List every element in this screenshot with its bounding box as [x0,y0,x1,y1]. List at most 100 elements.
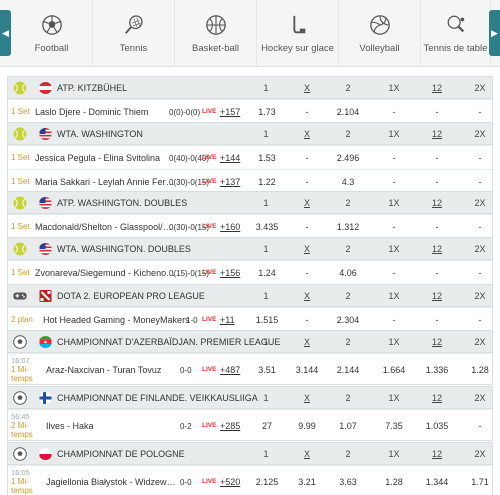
odd-12[interactable]: 1.035 [417,421,457,431]
odd-1[interactable]: 3.51 [247,365,287,375]
odd-1[interactable]: 3.435 [247,222,287,232]
odd-2[interactable]: 1.312 [328,222,368,232]
column-x: X [303,449,310,459]
sport-tab-football[interactable]: Football [11,0,93,67]
odd-1x[interactable]: - [374,107,414,117]
odd-1x[interactable]: - [374,268,414,278]
odd-x[interactable]: - [287,268,327,278]
odd-2[interactable]: 4.3 [328,177,368,187]
match-teams[interactable]: Maria Sakkari - Leylah Annie Fernandez [35,177,178,187]
odd-2x[interactable]: 1.71 [460,477,500,487]
match-row[interactable]: 16:07 1 Mi-temps Araz-Naxcivan - Turan T… [8,353,492,384]
odd-12[interactable]: 1.344 [417,477,457,487]
odd-2x[interactable]: - [460,421,500,431]
odd-12[interactable]: - [417,315,457,325]
odd-2[interactable]: 3.63 [328,477,368,487]
odd-1x[interactable]: - [374,177,414,187]
odd-1[interactable]: 1.22 [247,177,287,187]
match-row[interactable]: 2 plan Hot Headed Gaming - MoneyMakers 1… [8,307,492,331]
more-bets-link[interactable]: +144 [220,153,240,163]
odd-12[interactable]: - [417,107,457,117]
odd-1x[interactable]: 7.35 [374,421,414,431]
match-teams[interactable]: Jagiellonia Białystok - Widzew Łódź [46,477,178,487]
match-row[interactable]: 16:05 1 Mi-temps Jagiellonia Białystok -… [8,465,492,495]
match-teams[interactable]: Zvonareva/Siegemund - Kichenok/Ostapenko [35,268,178,278]
column-2: 2 [345,393,351,403]
odd-1[interactable]: 2.125 [247,477,287,487]
more-bets-link[interactable]: +137 [220,177,240,187]
match-teams[interactable]: Hot Headed Gaming - MoneyMakers [43,315,193,325]
match-teams[interactable]: Laslo Djere - Dominic Thiem [35,107,178,117]
odd-1x[interactable]: 1.664 [374,365,414,375]
odd-2x[interactable]: 1.28 [460,365,500,375]
match-row[interactable]: 1 Set Macdonald/Shelton - Glasspool/Heli… [8,214,492,238]
odd-2[interactable]: 2.304 [328,315,368,325]
more-bets-link[interactable]: +11 [220,315,235,325]
odd-1[interactable]: 1.24 [247,268,287,278]
more-bets-link[interactable]: +487 [220,365,240,375]
sport-label: Tennis de table [423,43,488,54]
odd-1x[interactable]: - [374,153,414,163]
odd-2[interactable]: 4.06 [328,268,368,278]
odd-1[interactable]: 1.515 [247,315,287,325]
odd-12[interactable]: 1.336 [417,365,457,375]
odd-12[interactable]: - [417,177,457,187]
odd-1x[interactable]: 1.28 [374,477,414,487]
gamepad-icon [13,292,27,300]
odd-x[interactable]: 3.144 [287,365,327,375]
more-bets-link[interactable]: +285 [220,421,240,431]
odd-2x[interactable]: - [460,177,500,187]
more-bets-link[interactable]: +520 [220,477,240,487]
odd-x[interactable]: - [287,153,327,163]
league-name: ATP. KITZBÜHEL [57,83,128,93]
odd-x[interactable]: - [287,107,327,117]
more-bets-link[interactable]: +160 [220,222,240,232]
odd-2x[interactable]: - [460,268,500,278]
odd-x[interactable]: - [287,222,327,232]
odd-2x[interactable]: - [460,107,500,117]
match-teams[interactable]: Macdonald/Shelton - Glasspool/Heliovaara [35,222,178,232]
more-bets-link[interactable]: +157 [220,107,240,117]
sport-tab-basketball[interactable]: Basket-ball [175,0,257,67]
sport-tab-table-tennis[interactable]: Tennis de table [421,0,491,67]
odd-1x[interactable]: - [374,222,414,232]
match-row[interactable]: 1 Set Laslo Djere - Dominic Thiem 0(0)-0… [8,99,492,123]
match-teams[interactable]: Jessica Pegula - Elina Svitolina [35,153,178,163]
odd-x[interactable]: 3.21 [287,477,327,487]
odd-2x[interactable]: - [460,222,500,232]
odd-1x[interactable]: - [374,315,414,325]
odd-12[interactable]: - [417,222,457,232]
odd-2[interactable]: 2.144 [328,365,368,375]
odd-2[interactable]: 1.07 [328,421,368,431]
odd-1[interactable]: 1.53 [247,153,287,163]
match-row[interactable]: 1 Set Maria Sakkari - Leylah Annie Ferna… [8,169,492,193]
sport-tab-volleyball[interactable]: Volleyball [339,0,421,67]
odd-12[interactable]: - [417,268,457,278]
match-row[interactable]: 56:45 2 Mi-temps Ilves - Haka 0-2 LIVE +… [8,409,492,440]
match-teams[interactable]: Araz-Naxcivan - Turan Tovuz [46,365,189,375]
odd-x[interactable]: - [287,315,327,325]
usa-flag-icon [39,243,52,255]
odd-x[interactable]: 9.99 [287,421,327,431]
scroll-left-arrow-icon[interactable]: ◀ [0,10,11,56]
match-row[interactable]: 1 Set Jessica Pegula - Elina Svitolina 0… [8,145,492,169]
sport-tab-ice-hockey[interactable]: Hockey sur glace [257,0,339,67]
odd-2[interactable]: 2.496 [328,153,368,163]
league-block: WTA. WASHINGTON. DOUBLES 1 X 2 1X 12 2X … [7,237,493,285]
odd-2[interactable]: 2.104 [328,107,368,117]
scroll-right-arrow-icon[interactable]: ▶ [489,10,500,56]
odd-1[interactable]: 1.73 [247,107,287,117]
odd-1[interactable]: 27 [247,421,287,431]
odd-2x[interactable]: - [460,315,500,325]
column-2x: 2X [474,393,486,403]
odd-x[interactable]: - [287,177,327,187]
column-2: 2 [345,291,351,301]
odd-2x[interactable]: - [460,153,500,163]
more-bets-link[interactable]: +156 [220,268,240,278]
column-2x: 2X [474,83,486,93]
match-teams[interactable]: Ilves - Haka [46,421,189,431]
sport-tab-tennis[interactable]: Tennis [93,0,175,67]
match-row[interactable]: 1 Set Zvonareva/Siegemund - Kichenok/Ost… [8,260,492,284]
odd-12[interactable]: - [417,153,457,163]
match-clock: 16:07 [11,356,30,365]
